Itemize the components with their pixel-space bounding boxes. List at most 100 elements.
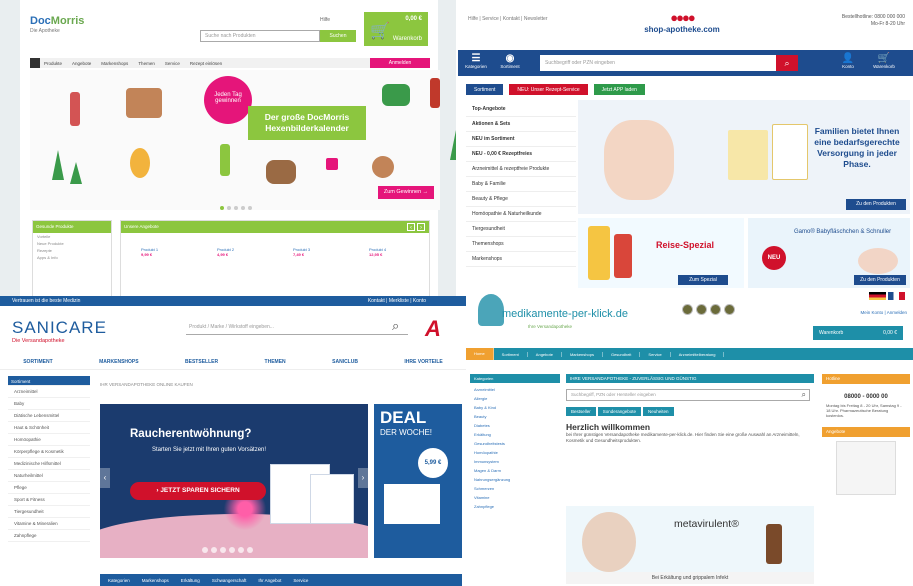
- sidebar-item[interactable]: Gesundheitstests: [470, 439, 560, 448]
- nav-item[interactable]: IHRE VORTEILE: [404, 359, 442, 365]
- offer-product[interactable]: [836, 441, 896, 495]
- login-button[interactable]: Anmelden: [370, 58, 430, 68]
- win-button[interactable]: Zum Gewinnen →: [378, 186, 434, 199]
- help-link[interactable]: Hilfe: [320, 17, 330, 23]
- tab-bestseller[interactable]: Bestseller: [566, 407, 596, 416]
- product-card[interactable]: Produkt 1 9,99 €: [141, 247, 181, 257]
- bottom-link[interactable]: Schwangerschaft: [212, 578, 247, 583]
- bottom-link[interactable]: Kategorien: [108, 578, 130, 583]
- bottom-link[interactable]: Service: [293, 578, 308, 583]
- sidebar-item[interactable]: Arzneimittel: [8, 386, 90, 398]
- cart-button[interactable]: 🛒 0,00 € Warenkorb: [364, 12, 428, 46]
- search-input[interactable]: Suche nach Produkten: [200, 30, 320, 42]
- nav-item[interactable]: MARKENSHOPS: [99, 359, 138, 365]
- hero-banner[interactable]: Jeden Tag gewinnen Der große DocMorris H…: [30, 70, 456, 210]
- sidebar-item[interactable]: Naturheilmittel: [8, 470, 90, 482]
- nav-item[interactable]: Rezept einlösen: [190, 61, 222, 66]
- nav-item[interactable]: SANICLUB: [332, 359, 358, 365]
- search-icon[interactable]: ⌕: [802, 390, 806, 400]
- cart-button[interactable]: 🛒 Warenkorb: [872, 53, 896, 69]
- carousel-dot[interactable]: [234, 206, 238, 210]
- category-item[interactable]: Themenshops: [466, 237, 576, 252]
- nav-item[interactable]: Angebote: [72, 61, 91, 66]
- sidebar-item[interactable]: Beauty: [470, 412, 560, 421]
- tab-new[interactable]: Neuheiten: [643, 407, 674, 416]
- sidebar-item[interactable]: Baby: [8, 398, 90, 410]
- carousel-dot[interactable]: [220, 206, 224, 210]
- category-item[interactable]: Arzneimittel & rezeptfreie Produkte: [466, 162, 576, 177]
- category-item[interactable]: Tiergesundheit: [466, 222, 576, 237]
- nav-item[interactable]: Sortiment: [494, 351, 528, 357]
- nav-item[interactable]: Markenshops: [562, 351, 603, 357]
- prev-arrow-icon[interactable]: ‹: [407, 223, 415, 231]
- search-icon[interactable]: ⌕: [392, 318, 399, 334]
- french-flag-icon[interactable]: [888, 292, 905, 300]
- to-special-button[interactable]: Zum Spezial: [678, 275, 728, 285]
- nav-item[interactable]: Produkte: [44, 61, 62, 66]
- search-icon[interactable]: ⌕: [776, 55, 798, 71]
- carousel-dot[interactable]: [247, 547, 253, 553]
- seal-icon[interactable]: [710, 304, 721, 315]
- sidebar-link[interactable]: Vorteile: [33, 233, 111, 240]
- carousel-dot[interactable]: [227, 206, 231, 210]
- category-item[interactable]: Markenshops: [466, 252, 576, 267]
- sidebar-item[interactable]: Haut & Schönheit: [8, 422, 90, 434]
- hero-banner[interactable]: Raucherentwöhnung? Starten Sie jetzt mit…: [100, 404, 368, 558]
- sidebar-item[interactable]: Erkältung: [470, 430, 560, 439]
- bottom-link[interactable]: Ihr Angebot: [258, 578, 281, 583]
- to-products-button[interactable]: Zu den Produkten: [854, 275, 906, 285]
- assortment-button[interactable]: ◉ Sortiment: [498, 53, 522, 69]
- category-item[interactable]: Homöopathie & Naturheilkunde: [466, 207, 576, 222]
- breadcrumb[interactable]: Hilfe | Service | Kontakt | Newsletter: [468, 16, 547, 22]
- baby-products-banner[interactable]: Gamo® Babyfläschchen & Schnuller NEU Zu …: [748, 218, 910, 288]
- sidebar-item[interactable]: Nahrungsergänzung: [470, 475, 560, 484]
- sidebar-item[interactable]: Sport & Fitness: [8, 494, 90, 506]
- carousel-dot[interactable]: [241, 206, 245, 210]
- sidebar-item[interactable]: Homöopathie: [8, 434, 90, 446]
- docmorris-logo[interactable]: DocMorris: [30, 15, 84, 27]
- seal-icon[interactable]: [682, 304, 693, 315]
- sidebar-item[interactable]: Zahnpflege: [8, 530, 90, 542]
- carousel-dots[interactable]: [202, 547, 253, 553]
- deal-of-week-banner[interactable]: DEAL DER WOCHE! 5,99 €: [374, 404, 462, 558]
- category-item[interactable]: NEU - 0,00 € Rezeptfreies: [466, 147, 576, 162]
- category-item[interactable]: Aktionen & Sets: [466, 117, 576, 132]
- prev-arrow-icon[interactable]: ‹: [100, 468, 110, 488]
- account-button[interactable]: 👤 Konto: [836, 53, 860, 69]
- language-flags[interactable]: [869, 292, 905, 300]
- tab-offers[interactable]: Sonderangebote: [597, 407, 642, 416]
- sidebar-item[interactable]: Arzneimittel: [470, 385, 560, 394]
- shop-apotheke-logo[interactable]: ●●●● shop-apotheke.com: [642, 10, 722, 34]
- account-links[interactable]: Mein Konto | Anmelden: [861, 310, 907, 315]
- carousel-dot[interactable]: [220, 547, 226, 553]
- family-banner[interactable]: Familien bietet Ihnen eine bedarfsgerech…: [578, 100, 910, 214]
- sidebar-item[interactable]: Vitamine: [470, 493, 560, 502]
- nav-item[interactable]: SORTIMENT: [23, 359, 52, 365]
- sidebar-item[interactable]: Magen & Darm: [470, 466, 560, 475]
- mediklick-logo[interactable]: medikamente-per-klick.de: [502, 308, 628, 320]
- nav-item[interactable]: Service: [165, 61, 180, 66]
- seal-icon[interactable]: [724, 304, 735, 315]
- nav-home[interactable]: Home: [466, 348, 494, 360]
- trust-seals[interactable]: [682, 304, 735, 315]
- sidebar-link[interactable]: Apps & Info: [33, 254, 111, 261]
- nav-item[interactable]: Arzneimittelberatung: [671, 351, 725, 357]
- nav-item[interactable]: THEMEN: [265, 359, 286, 365]
- sidebar-item[interactable]: Diätische Lebensmittel: [8, 410, 90, 422]
- category-item[interactable]: Top-Angebote: [466, 102, 576, 117]
- search-input[interactable]: Produkt / Marke / Wirkstoff eingeben...: [186, 321, 408, 335]
- sidebar-item[interactable]: Körperpflege & Kosmetik: [8, 446, 90, 458]
- nav-item[interactable]: Angebote: [528, 351, 562, 357]
- home-icon[interactable]: [30, 58, 40, 68]
- next-arrow-icon[interactable]: ›: [417, 223, 425, 231]
- product-card[interactable]: Produkt 4 12,95 €: [369, 247, 409, 257]
- bottom-link[interactable]: Erkältung: [181, 578, 200, 583]
- nav-item[interactable]: BESTSELLER: [185, 359, 218, 365]
- sidebar-link[interactable]: Neue Produkte: [33, 240, 111, 247]
- carousel-dot[interactable]: [211, 547, 217, 553]
- search-button[interactable]: Suchen: [320, 30, 356, 42]
- search-input[interactable]: Suchbegriff oder PZN eingeben: [540, 55, 776, 71]
- nav-item[interactable]: Gesundheit: [603, 351, 641, 357]
- nav-item[interactable]: Markenshops: [101, 61, 128, 66]
- pill-assortment[interactable]: Sortiment: [466, 84, 504, 95]
